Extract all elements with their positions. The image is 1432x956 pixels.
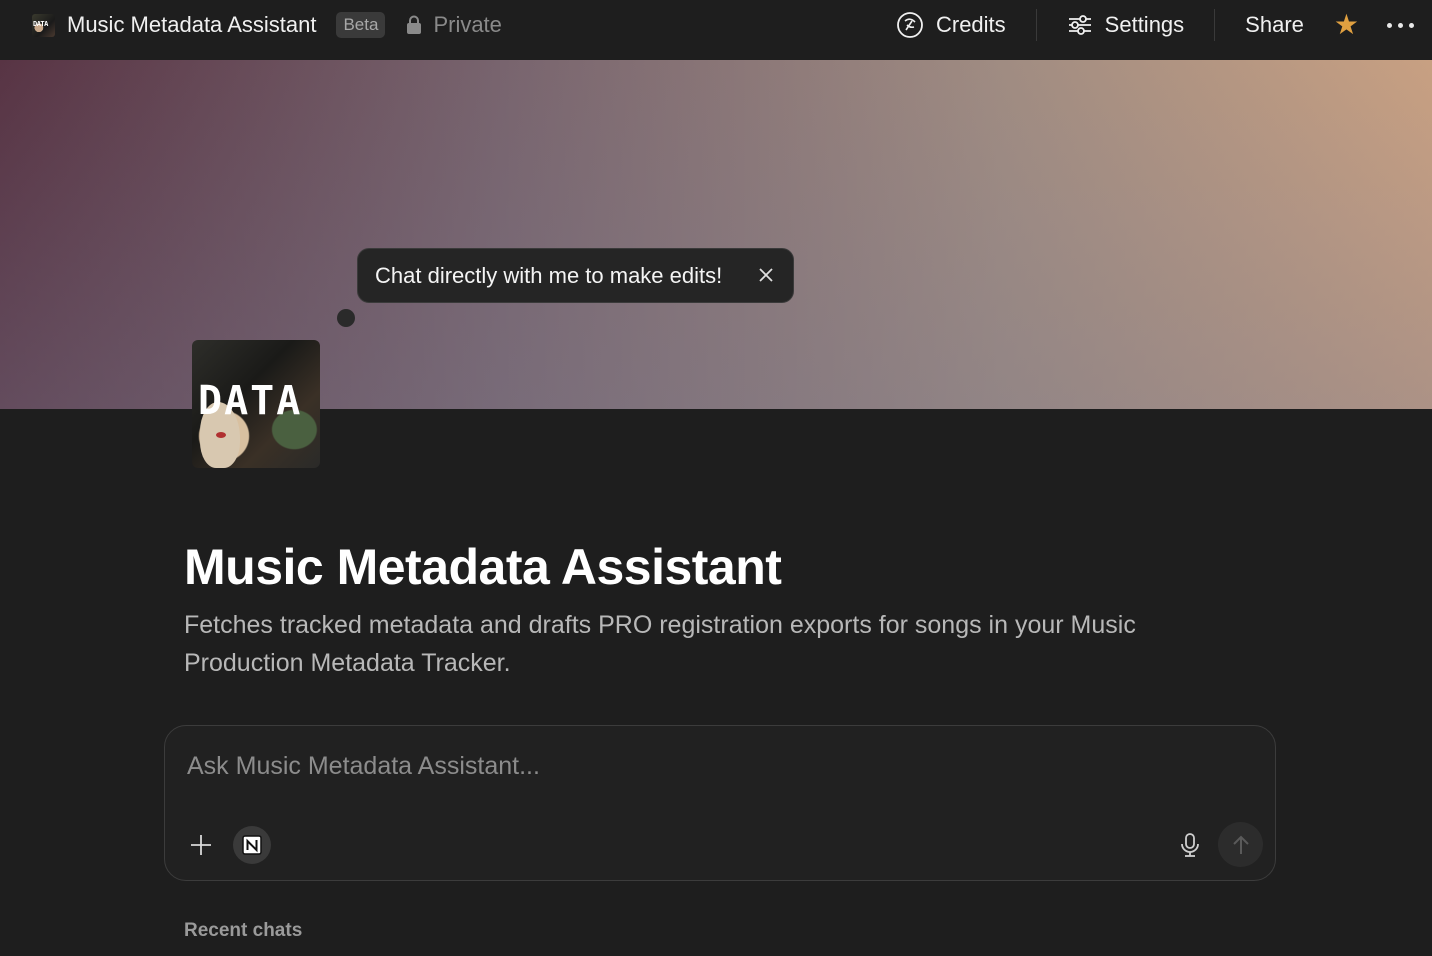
edit-tooltip: Chat directly with me to make edits! bbox=[357, 248, 794, 303]
thumbnail-text: DATA bbox=[33, 19, 48, 28]
notion-icon bbox=[242, 835, 262, 855]
chat-input[interactable] bbox=[187, 746, 1247, 786]
notion-source-button[interactable] bbox=[233, 826, 271, 864]
favorite-star-icon[interactable]: ★ bbox=[1334, 11, 1359, 39]
divider bbox=[1214, 9, 1216, 41]
credits-icon bbox=[897, 12, 923, 38]
lock-icon bbox=[407, 15, 422, 34]
avatar-text: DATA bbox=[198, 378, 303, 424]
credits-label: Credits bbox=[935, 12, 1006, 37]
visibility-label[interactable]: Private bbox=[433, 12, 501, 38]
avatar-lips bbox=[216, 432, 226, 438]
settings-label: Settings bbox=[1104, 12, 1185, 37]
chat-composer bbox=[164, 725, 1276, 881]
tooltip-pointer-dot bbox=[337, 309, 355, 327]
top-bar-right: Credits Settings Share ★ bbox=[896, 0, 1432, 50]
settings-button[interactable]: Settings bbox=[1067, 12, 1185, 38]
send-button[interactable] bbox=[1218, 822, 1263, 867]
share-label: Share bbox=[1245, 12, 1304, 37]
arrow-up-icon bbox=[1232, 835, 1249, 854]
agent-name[interactable]: Music Metadata Assistant bbox=[67, 12, 316, 38]
page-title: Music Metadata Assistant bbox=[184, 539, 782, 595]
agent-avatar[interactable]: DATA bbox=[192, 340, 320, 468]
divider bbox=[1035, 9, 1037, 41]
microphone-icon[interactable] bbox=[1179, 832, 1201, 858]
more-options-icon[interactable] bbox=[1387, 22, 1414, 28]
share-button[interactable]: Share bbox=[1245, 12, 1304, 38]
agent-description: Fetches tracked metadata and drafts PRO … bbox=[184, 611, 1136, 677]
sliders-icon bbox=[1068, 15, 1091, 35]
recent-chats-heading: Recent chats bbox=[184, 920, 303, 941]
plus-icon[interactable] bbox=[189, 833, 213, 857]
credits-button[interactable]: Credits bbox=[896, 11, 1006, 39]
close-icon[interactable] bbox=[757, 266, 775, 284]
agent-thumbnail-icon: DATA bbox=[32, 13, 55, 37]
top-bar: DATA Music Metadata Assistant Beta Priva… bbox=[0, 0, 1432, 60]
tooltip-text: Chat directly with me to make edits! bbox=[375, 262, 723, 288]
beta-badge: Beta bbox=[336, 12, 386, 38]
top-bar-left: DATA Music Metadata Assistant Beta Priva… bbox=[32, 0, 502, 50]
